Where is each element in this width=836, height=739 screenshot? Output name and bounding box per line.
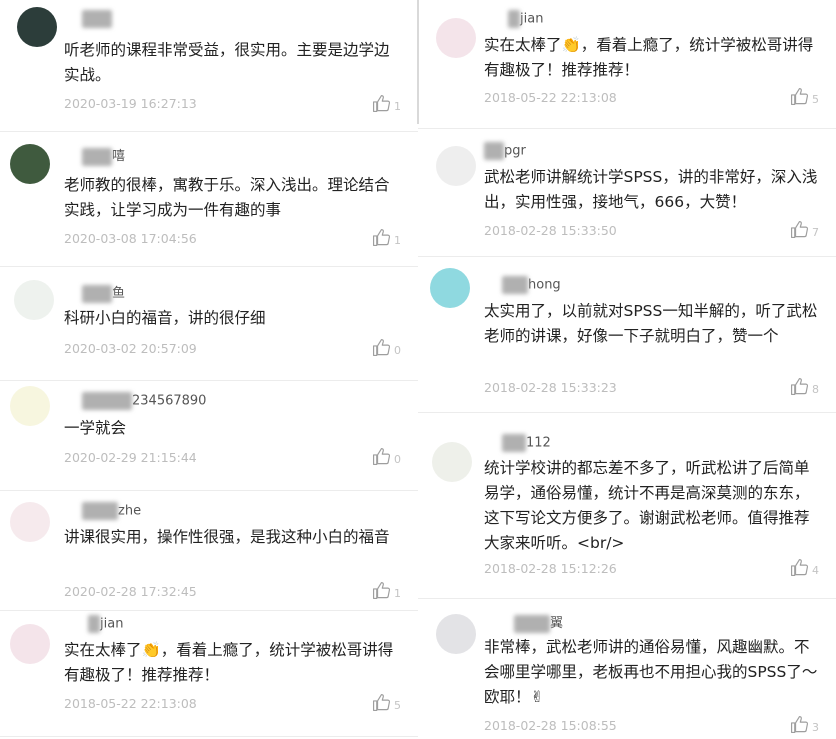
like-button[interactable]: 7 — [790, 220, 819, 239]
thumbs-up-icon — [790, 220, 809, 239]
username[interactable]: 翼 — [484, 612, 563, 633]
avatar[interactable] — [10, 624, 50, 664]
username[interactable]: 嘻 — [64, 145, 125, 166]
comment-date: 2020-03-08 17:04:56 — [64, 231, 197, 246]
thumbs-up-icon — [372, 693, 391, 712]
like-count: 1 — [394, 100, 401, 113]
comment-date: 2018-02-28 15:08:55 — [484, 718, 617, 733]
avatar[interactable] — [436, 18, 476, 58]
like-count: 5 — [812, 93, 819, 106]
comment-date: 2020-03-02 20:57:09 — [64, 341, 197, 356]
like-button[interactable]: 1 — [372, 94, 401, 113]
comment-text: 统计学校讲的都忘差不多了，听武松讲了后简单易学，通俗易懂，统计不再是高深莫测的东… — [484, 459, 810, 552]
username[interactable]: hong — [484, 276, 561, 294]
like-count: 1 — [394, 587, 401, 600]
comment-text: 讲课很实用，操作性很强，是我这种小白的福音 — [64, 528, 390, 546]
username[interactable]: 112 — [484, 434, 551, 452]
thumbs-up-icon — [372, 338, 391, 357]
like-button[interactable]: 8 — [790, 377, 819, 396]
comment-text: 一学就会 — [64, 419, 127, 437]
username[interactable]: pgr — [484, 142, 526, 160]
like-button[interactable]: 0 — [372, 338, 401, 357]
like-count: 0 — [394, 344, 401, 357]
like-count: 8 — [812, 383, 819, 396]
comment-item: 鱼 科研小白的福音，讲的很仔细 2020-03-02 20:57:09 0 — [0, 266, 418, 381]
avatar[interactable] — [10, 386, 50, 426]
username[interactable]: 234567890 — [64, 392, 206, 410]
thumbs-up-icon — [372, 447, 391, 466]
comment-date: 2018-05-22 22:13:08 — [484, 90, 617, 105]
avatar[interactable] — [10, 144, 50, 184]
like-count: 0 — [394, 453, 401, 466]
comment-item: 112 统计学校讲的都忘差不多了，听武松讲了后简单易学，通俗易懂，统计不再是高深… — [418, 412, 836, 599]
avatar[interactable] — [432, 442, 472, 482]
comment-date: 2018-02-28 15:33:23 — [484, 380, 617, 395]
like-count: 7 — [812, 226, 819, 239]
like-count: 5 — [394, 699, 401, 712]
like-button[interactable]: 1 — [372, 581, 401, 600]
like-button[interactable]: 5 — [790, 87, 819, 106]
thumbs-up-icon — [790, 377, 809, 396]
thumbs-up-icon — [790, 715, 809, 734]
username[interactable]: 鱼 — [64, 282, 125, 303]
comment-text: 实在太棒了👏，看着上瘾了，统计学被松哥讲得有趣极了！推荐推荐！ — [64, 641, 394, 684]
avatar[interactable] — [430, 268, 470, 308]
comment-date: 2020-02-29 21:15:44 — [64, 450, 197, 465]
comment-item: 听老师的课程非常受益，很实用。主要是边学边实战。 2020-03-19 16:2… — [0, 0, 418, 132]
username[interactable]: jian — [64, 615, 123, 633]
avatar[interactable] — [10, 502, 50, 542]
username[interactable] — [64, 10, 112, 28]
comment-item: zhe 讲课很实用，操作性很强，是我这种小白的福音 2020-02-28 17:… — [0, 490, 418, 611]
like-button[interactable]: 1 — [372, 228, 401, 247]
username[interactable]: jian — [484, 10, 543, 28]
comment-item: jian 实在太棒了👏，看着上瘾了，统计学被松哥讲得有趣极了！推荐推荐！ 201… — [418, 0, 836, 129]
thumbs-up-icon — [790, 87, 809, 106]
like-button[interactable]: 3 — [790, 715, 819, 734]
avatar[interactable] — [17, 7, 57, 47]
comment-item: 翼 非常棒，武松老师讲的通俗易懂，风趣幽默。不会哪里学哪里，老板再也不用担心我的… — [418, 598, 836, 739]
comment-text: 实在太棒了👏，看着上瘾了，统计学被松哥讲得有趣极了！推荐推荐！ — [484, 36, 814, 79]
avatar[interactable] — [14, 280, 54, 320]
comment-date: 2018-05-22 22:13:08 — [64, 696, 197, 711]
comment-text: 听老师的课程非常受益，很实用。主要是边学边实战。 — [64, 41, 390, 84]
like-count: 4 — [812, 564, 819, 577]
thumbs-up-icon — [790, 558, 809, 577]
comment-text: 老师教的很棒，寓教于乐。深入浅出。理论结合实践，让学习成为一件有趣的事 — [64, 176, 390, 219]
comment-item: hong 太实用了，以前就对SPSS一知半解的，听了武松老师的讲课，好像一下子就… — [418, 256, 836, 413]
comment-item: pgr 武松老师讲解统计学SPSS，讲的非常好，深入浅出，实用性强，接地气，66… — [418, 128, 836, 257]
comment-text: 太实用了，以前就对SPSS一知半解的，听了武松老师的讲课，好像一下子就明白了，赞… — [484, 302, 818, 345]
comment-date: 2018-02-28 15:33:50 — [484, 223, 617, 238]
comment-item: 234567890 一学就会 2020-02-29 21:15:44 0 — [0, 380, 418, 491]
avatar[interactable] — [436, 614, 476, 654]
like-button[interactable]: 4 — [790, 558, 819, 577]
username[interactable]: zhe — [64, 502, 141, 520]
comment-date: 2018-02-28 15:12:26 — [484, 561, 617, 576]
avatar[interactable] — [436, 146, 476, 186]
comment-text: 科研小白的福音，讲的很仔细 — [64, 309, 266, 327]
like-count: 1 — [394, 234, 401, 247]
comment-item: jian 实在太棒了👏，看着上瘾了，统计学被松哥讲得有趣极了！推荐推荐！ 201… — [0, 610, 418, 737]
thumbs-up-icon — [372, 94, 391, 113]
like-button[interactable]: 0 — [372, 447, 401, 466]
comment-text: 武松老师讲解统计学SPSS，讲的非常好，深入浅出，实用性强，接地气，666，大赞… — [484, 168, 818, 211]
like-button[interactable]: 5 — [372, 693, 401, 712]
thumbs-up-icon — [372, 581, 391, 600]
comment-date: 2020-02-28 17:32:45 — [64, 584, 197, 599]
comment-item: 嘻 老师教的很棒，寓教于乐。深入浅出。理论结合实践，让学习成为一件有趣的事 20… — [0, 131, 418, 267]
like-count: 3 — [812, 721, 819, 734]
comment-text: 非常棒，武松老师讲的通俗易懂，风趣幽默。不会哪里学哪里，老板再也不用担心我的SP… — [484, 638, 818, 706]
comment-date: 2020-03-19 16:27:13 — [64, 96, 197, 111]
thumbs-up-icon — [372, 228, 391, 247]
